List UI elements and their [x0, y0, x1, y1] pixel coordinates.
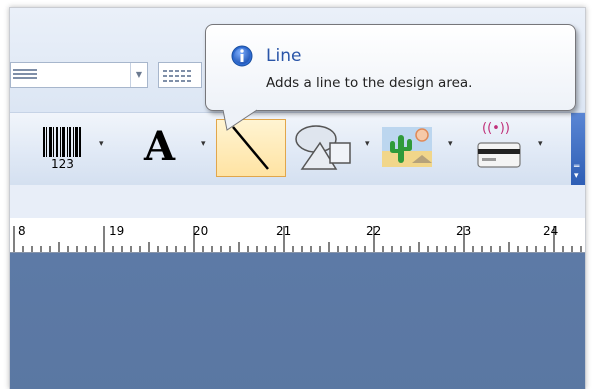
ruler-label: 8: [18, 224, 26, 238]
line-weight-preview-icon: [13, 69, 37, 81]
ruler-label: 23: [456, 224, 472, 238]
shapes-dropdown-caret[interactable]: ▾: [365, 139, 370, 149]
design-toolbar: 123 ▾ A ▾ ▾ ▾ ((•)) ▾ ═ ▾: [10, 112, 585, 186]
tooltip-description: Adds a line to the design area.: [266, 75, 473, 91]
barcode-number: 123: [51, 157, 74, 171]
ruler-ticks: [13, 226, 582, 252]
horizontal-ruler[interactable]: 8 19 20 21 22 23 24: [10, 218, 585, 253]
ruler-label: 19: [109, 224, 125, 238]
toolbar-overflow-button[interactable]: ═ ▾: [571, 113, 585, 185]
info-icon: [231, 45, 253, 67]
tooltip-pointer: [223, 109, 259, 131]
ruler-label: 24: [543, 224, 559, 238]
dash-style-preview-icon: [163, 70, 191, 85]
line-dash-combo[interactable]: [158, 62, 202, 88]
chevron-down-icon[interactable]: ▼: [130, 63, 147, 87]
ruler-label: 20: [193, 224, 209, 238]
tooltip-title: Line: [266, 46, 302, 66]
ruler-label: 22: [366, 224, 382, 238]
barcode-dropdown-caret[interactable]: ▾: [99, 139, 104, 149]
text-icon: A: [144, 123, 176, 170]
shapes-button[interactable]: [290, 119, 356, 177]
ruler-label: 21: [276, 224, 292, 238]
design-area[interactable]: [10, 253, 585, 389]
text-button[interactable]: A: [136, 119, 196, 177]
shapes-icon: [295, 125, 351, 170]
rfid-button[interactable]: ((•)): [468, 119, 534, 177]
rfid-icon: [477, 142, 521, 168]
overflow-chevron-icon: ═ ▾: [574, 162, 580, 181]
rfid-dropdown-caret[interactable]: ▾: [538, 139, 543, 149]
line-weight-combo[interactable]: ▼: [10, 62, 148, 88]
barcode-icon: [43, 127, 81, 157]
text-dropdown-caret[interactable]: ▾: [201, 139, 206, 149]
picture-dropdown-caret[interactable]: ▾: [448, 139, 453, 149]
rfid-signal-icon: ((•)): [482, 121, 510, 136]
barcode-button[interactable]: 123: [32, 119, 90, 177]
line-tooltip: Line Adds a line to the design area.: [205, 24, 576, 111]
toolbar-sub-band: [10, 185, 585, 219]
picture-icon: [382, 127, 432, 167]
picture-button[interactable]: [378, 119, 440, 177]
